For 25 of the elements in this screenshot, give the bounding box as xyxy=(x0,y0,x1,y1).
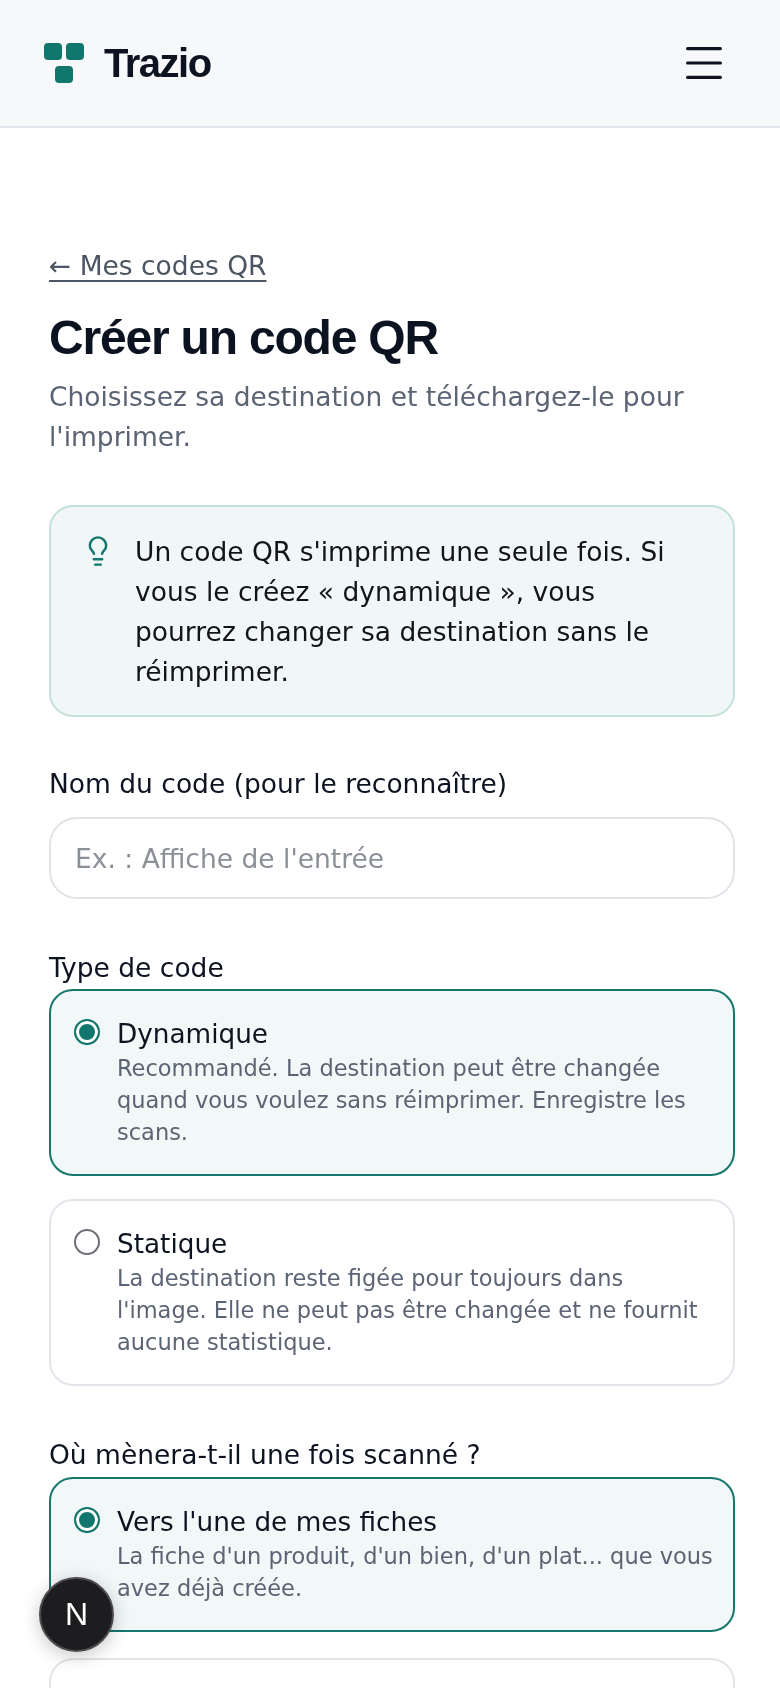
back-link[interactable]: ← Mes codes QR xyxy=(49,248,267,284)
info-text: Un code QR s'imprime une seule fois. Si vous le créez « dynamique », vous pourrez changer sa destination sans le réimprimer. xyxy=(135,535,666,689)
radio-button[interactable] xyxy=(74,1229,100,1255)
option-description: La destination reste figée pour toujours dans l'image. Elle ne peut pas être changée et ne fournit aucune statistique. xyxy=(117,1264,699,1357)
floating-button[interactable]: N xyxy=(39,1577,114,1652)
option-card[interactable]: Statique La destination reste figée pour toujours dans l'image. Elle ne peut pas être changée et ne fournit aucune statistique. xyxy=(49,1199,735,1386)
page-subtitle: Choisissez sa destination et téléchargez-le pour l'imprimer. xyxy=(49,380,685,454)
section-label: Type de code xyxy=(49,951,225,985)
field-label: Nom du code (pour le reconnaître) xyxy=(49,767,509,801)
option-title: Dynamique xyxy=(117,1018,270,1051)
brand-name: Trazio xyxy=(104,43,211,83)
logo-icon xyxy=(44,43,84,83)
option-title: Statique xyxy=(117,1228,229,1261)
radio-button[interactable] xyxy=(74,1019,100,1045)
page-title: Créer un code QR xyxy=(49,310,439,366)
option-description: Recommandé. La destination peut être changée quand vous voulez sans réimprimer. Enregistre les scans. xyxy=(117,1054,687,1147)
option-description: La fiche d'un produit, d'un bien, d'un plat... que vous avez déjà créée. xyxy=(117,1542,713,1603)
radio-button[interactable] xyxy=(74,1507,100,1533)
menu-button[interactable] xyxy=(686,47,722,79)
menu-icon xyxy=(686,47,722,79)
option-card[interactable]: Dynamique Recommandé. La destination peut être changée quand vous voulez sans réimprimer. Enregistre les scans. xyxy=(49,989,735,1176)
section-label: Où mènera-t-il une fois scanné ? xyxy=(49,1438,482,1472)
name-input[interactable]: Ex. : Affiche de l'entrée xyxy=(49,817,735,899)
lightbulb-icon xyxy=(88,536,108,566)
option-title: Vers l'une de mes fiches xyxy=(117,1506,439,1539)
